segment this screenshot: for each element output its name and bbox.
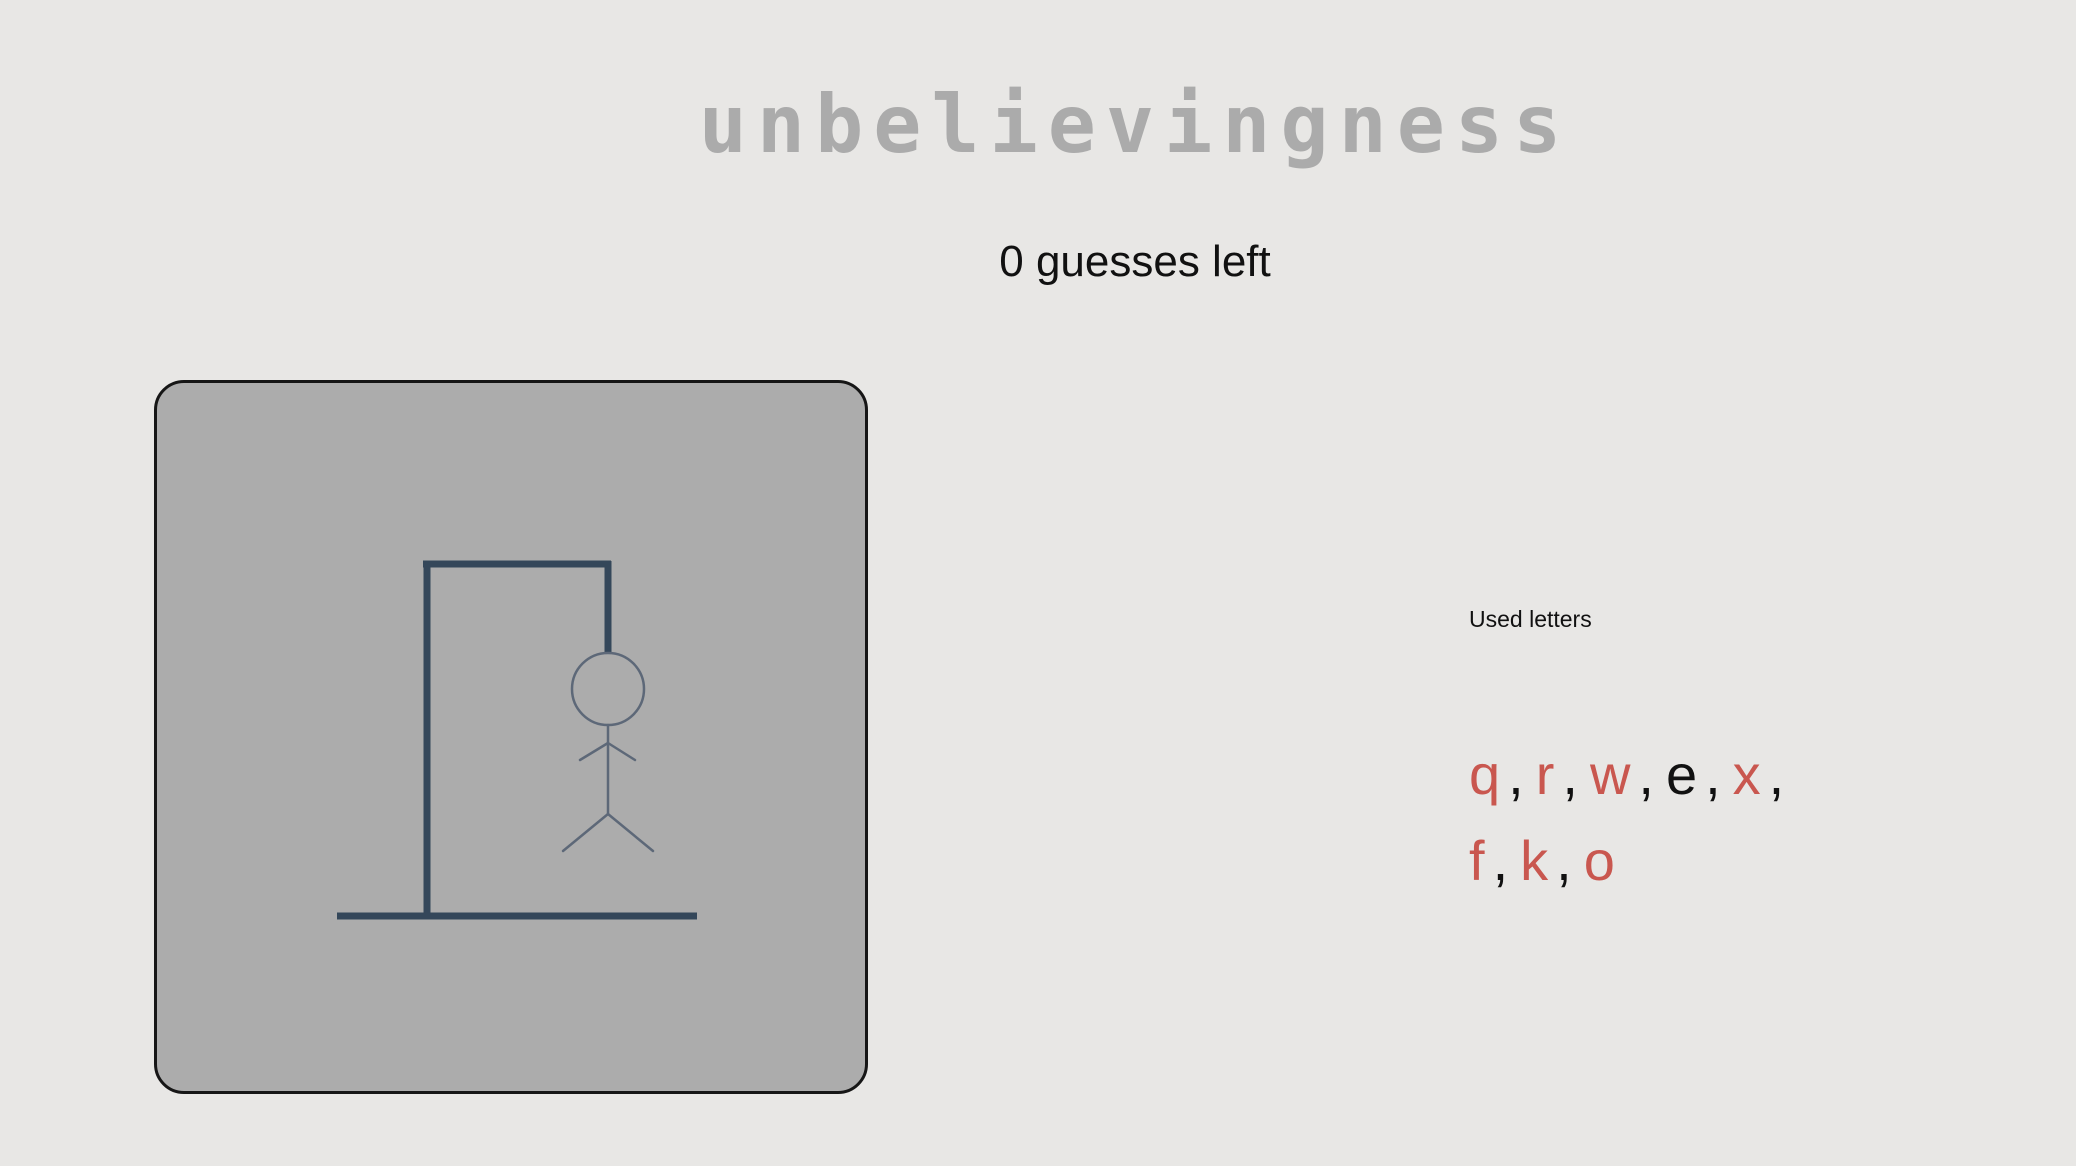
letter-separator: , <box>1638 743 1658 806</box>
figure-right-arm <box>606 741 637 762</box>
used-letter: e <box>1665 743 1702 806</box>
used-letter: w <box>1589 743 1635 806</box>
letter-separator: , <box>1492 829 1513 892</box>
used-letter: k <box>1520 829 1553 892</box>
used-letters-list: q, r, w, e, x, f, k, o <box>1469 732 1889 904</box>
used-letter: f <box>1469 829 1489 892</box>
used-letter: o <box>1583 829 1619 892</box>
used-letters-title: Used letters <box>1469 606 1592 632</box>
guesses-left: 0 guesses left <box>999 237 1271 286</box>
figure-left-arm <box>578 741 610 762</box>
letter-separator: , <box>1508 743 1528 806</box>
hangman-drawing <box>337 560 697 920</box>
figure-left-leg <box>561 812 610 853</box>
letter-separator: , <box>1768 743 1789 806</box>
figure-right-leg <box>606 812 655 853</box>
stick-figure <box>561 651 655 853</box>
letter-separator: , <box>1556 829 1576 892</box>
used-letter: q <box>1469 743 1505 806</box>
letter-separator: , <box>1562 743 1582 806</box>
letter-separator: , <box>1705 743 1725 806</box>
hidden-word: unbelievingness <box>698 78 1572 171</box>
hangman-board <box>154 380 868 1094</box>
used-letter: x <box>1732 743 1765 806</box>
used-letter: r <box>1535 743 1559 806</box>
figure-head <box>570 651 646 727</box>
gallows <box>337 560 697 920</box>
